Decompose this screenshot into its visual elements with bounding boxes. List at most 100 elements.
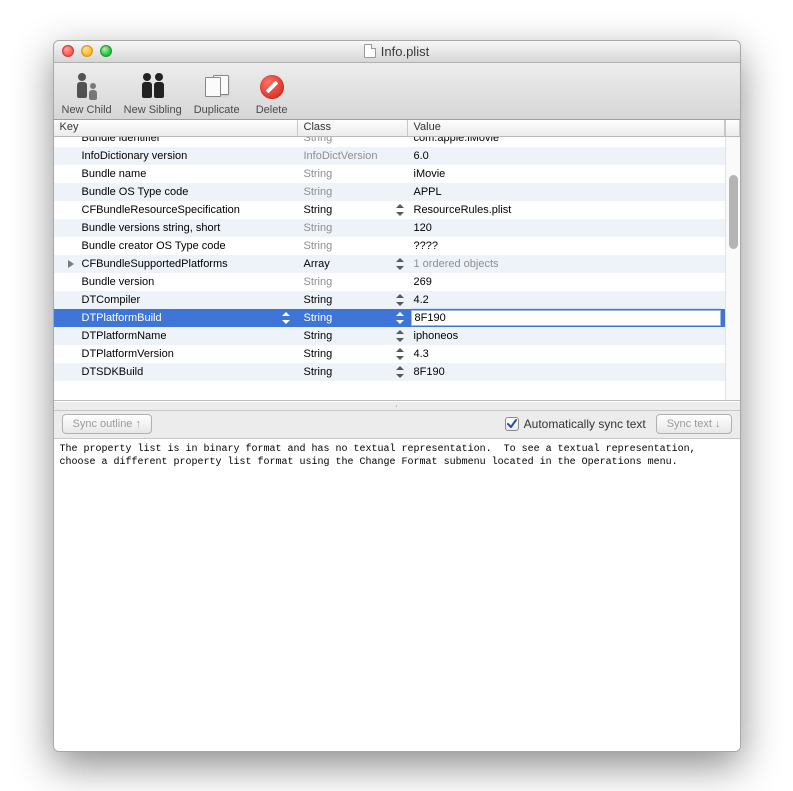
class-text: String	[304, 348, 333, 360]
cell-key[interactable]: Bundle creator OS Type code	[54, 240, 298, 252]
table-row[interactable]: DTPlatformBuild String	[54, 309, 725, 327]
cell-key[interactable]: DTCompiler	[54, 294, 298, 306]
cell-key[interactable]: InfoDictionary version	[54, 150, 298, 162]
value-edit-field[interactable]	[411, 310, 721, 326]
class-stepper[interactable]	[396, 366, 404, 378]
class-stepper[interactable]	[396, 330, 404, 342]
cell-class[interactable]: InfoDictVersion	[298, 150, 408, 162]
cell-value[interactable]: 269	[408, 276, 725, 288]
value-text: ????	[414, 240, 438, 252]
cell-value[interactable]: 4.2	[408, 294, 725, 306]
cell-class[interactable]: Array	[298, 258, 408, 270]
column-header-class[interactable]: Class	[298, 120, 408, 136]
text-pane[interactable]: The property list is in binary format an…	[54, 439, 740, 751]
cell-class[interactable]: String	[298, 312, 408, 324]
document-icon	[364, 44, 376, 58]
cell-value[interactable]: iphoneos	[408, 330, 725, 342]
key-text: Bundle OS Type code	[82, 186, 189, 198]
cell-key[interactable]: Bundle OS Type code	[54, 186, 298, 198]
key-text: Bundle creator OS Type code	[82, 240, 226, 252]
cell-key[interactable]: DTPlatformBuild	[54, 312, 298, 324]
disclosure-triangle-icon[interactable]	[68, 260, 74, 268]
cell-class[interactable]: String	[298, 276, 408, 288]
cell-value[interactable]: ResourceRules.plist	[408, 204, 725, 216]
cell-class[interactable]: String	[298, 168, 408, 180]
cell-key[interactable]: CFBundleSupportedPlatforms	[54, 258, 298, 270]
value-text: 6.0	[414, 150, 429, 162]
cell-value[interactable]: com.apple.iMovie	[408, 137, 725, 144]
cell-value[interactable]: 120	[408, 222, 725, 234]
cell-class[interactable]: String	[298, 330, 408, 342]
class-stepper[interactable]	[396, 312, 404, 324]
delete-button[interactable]: Delete	[248, 72, 296, 116]
new-child-button[interactable]: New Child	[58, 72, 116, 116]
value-text: 120	[414, 222, 432, 234]
table-row[interactable]: Bundle OS Type code StringAPPL	[54, 183, 725, 201]
cell-class[interactable]: String	[298, 240, 408, 252]
table-row[interactable]: Bundle name StringiMovie	[54, 165, 725, 183]
class-text: String	[304, 312, 333, 324]
pane-splitter[interactable]: ·	[54, 401, 740, 411]
cell-class[interactable]: String	[298, 294, 408, 306]
cell-value[interactable]: 6.0	[408, 150, 725, 162]
key-text: Bundle name	[82, 168, 147, 180]
value-input[interactable]	[412, 312, 720, 324]
cell-value[interactable]	[408, 310, 725, 326]
cell-class[interactable]: String	[298, 222, 408, 234]
cell-class[interactable]: String	[298, 137, 408, 144]
class-text: String	[304, 276, 333, 288]
key-text: Bundle versions string, short	[82, 222, 221, 234]
cell-key[interactable]: Bundle identifier	[54, 137, 298, 144]
cell-class[interactable]: String	[298, 366, 408, 378]
key-text: DTPlatformName	[82, 330, 167, 342]
value-text: 4.2	[414, 294, 429, 306]
column-header-value[interactable]: Value	[408, 120, 725, 136]
table-row[interactable]: Bundle versions string, short String 120	[54, 219, 725, 237]
cell-key[interactable]: Bundle versions string, short	[54, 222, 298, 234]
cell-key[interactable]: DTPlatformVersion	[54, 348, 298, 360]
close-window-button[interactable]	[62, 45, 74, 57]
key-text: Bundle identifier	[82, 137, 161, 144]
table-row[interactable]: DTSDKBuildString8F190	[54, 363, 725, 381]
vertical-scrollbar[interactable]	[725, 137, 740, 400]
scrollbar-thumb[interactable]	[729, 175, 738, 249]
column-header-key[interactable]: Key	[54, 120, 298, 136]
table-row[interactable]: CFBundleSupportedPlatformsArray1 ordered…	[54, 255, 725, 273]
table-row[interactable]: DTPlatformVersion String 4.3	[54, 345, 725, 363]
zoom-window-button[interactable]	[100, 45, 112, 57]
cell-key[interactable]: Bundle name	[54, 168, 298, 180]
cell-value[interactable]: ????	[408, 240, 725, 252]
minimize-window-button[interactable]	[81, 45, 93, 57]
auto-sync-checkbox[interactable]	[505, 417, 519, 431]
class-stepper[interactable]	[396, 258, 404, 270]
class-stepper[interactable]	[396, 204, 404, 216]
cell-value[interactable]: 8F190	[408, 366, 725, 378]
table-row[interactable]: Bundle creator OS Type code String????	[54, 237, 725, 255]
cell-class[interactable]: String	[298, 348, 408, 360]
cell-value[interactable]: APPL	[408, 186, 725, 198]
traffic-lights	[54, 45, 112, 57]
table-row[interactable]: Bundle version String 269	[54, 273, 725, 291]
cell-class[interactable]: String	[298, 204, 408, 216]
table-row[interactable]: DTPlatformName Stringiphoneos	[54, 327, 725, 345]
table-row[interactable]: DTCompilerString 4.2	[54, 291, 725, 309]
sync-outline-button[interactable]: Sync outline ↑	[62, 414, 152, 434]
key-stepper[interactable]	[282, 312, 290, 324]
cell-key[interactable]: Bundle version	[54, 276, 298, 288]
new-sibling-button[interactable]: New Sibling	[120, 72, 186, 116]
cell-key[interactable]: CFBundleResourceSpecification	[54, 204, 298, 216]
table-row[interactable]: CFBundleResourceSpecificationStringResou…	[54, 201, 725, 219]
cell-value[interactable]: 4.3	[408, 348, 725, 360]
table-row[interactable]: Bundle identifier Stringcom.apple.iMovie	[54, 137, 725, 147]
cell-class[interactable]: String	[298, 186, 408, 198]
table-row[interactable]: InfoDictionary versionInfoDictVersion 6.0	[54, 147, 725, 165]
cell-key[interactable]: DTPlatformName	[54, 330, 298, 342]
duplicate-button[interactable]: Duplicate	[190, 72, 244, 116]
class-stepper[interactable]	[396, 348, 404, 360]
cell-key[interactable]: DTSDKBuild	[54, 366, 298, 378]
class-stepper[interactable]	[396, 294, 404, 306]
window-title-text: Info.plist	[381, 44, 429, 59]
sync-text-button[interactable]: Sync text ↓	[656, 414, 732, 434]
cell-value[interactable]: 1 ordered objects	[408, 258, 725, 270]
cell-value[interactable]: iMovie	[408, 168, 725, 180]
